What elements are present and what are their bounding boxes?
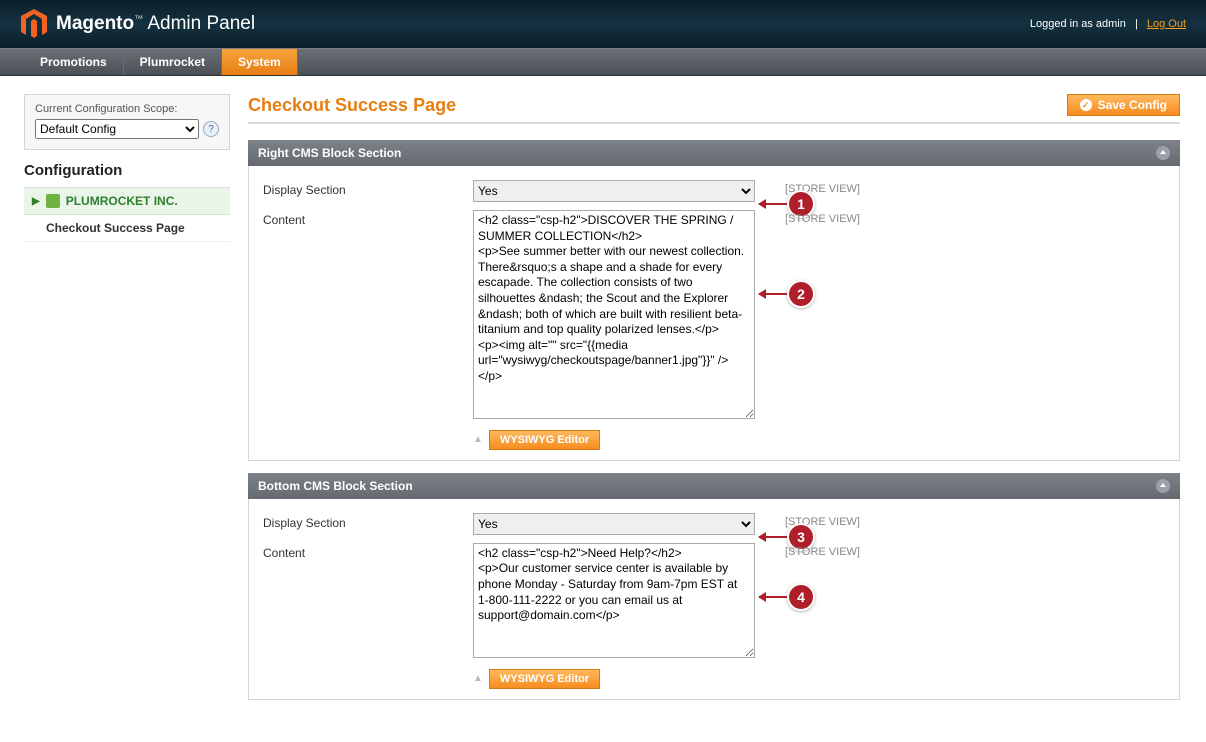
check-icon: ✓ <box>1080 99 1092 111</box>
menu-item-plumrocket[interactable]: Plumrocket <box>124 49 222 75</box>
field-label-display: Display Section <box>263 513 473 530</box>
section-title: Right CMS Block Section <box>258 146 401 160</box>
logo-text: Magento™ Admin Panel <box>56 13 255 35</box>
config-heading: Configuration <box>24 162 230 179</box>
sidebar-group-plumrocket[interactable]: ▶ PLUMROCKET INC. <box>24 188 230 215</box>
main-menu: PromotionsPlumrocketSystem <box>0 48 1206 76</box>
display-section-select[interactable]: Yes <box>473 180 755 202</box>
help-icon[interactable]: ? <box>203 121 219 137</box>
save-config-button[interactable]: ✓ Save Config <box>1067 94 1180 116</box>
scope-hint: [STORE VIEW] <box>785 210 860 225</box>
annotation-marker: 2 <box>759 280 815 308</box>
scope-label: Current Configuration Scope: <box>35 103 219 115</box>
section-title: Bottom CMS Block Section <box>258 479 413 493</box>
scope-hint: [STORE VIEW] <box>785 543 860 558</box>
config-section: Bottom CMS Block Section Display SectionY… <box>248 473 1180 700</box>
chevron-right-icon: ▶ <box>32 196 40 207</box>
logo: Magento™ Admin Panel <box>20 9 255 39</box>
section-header[interactable]: Right CMS Block Section <box>248 140 1180 166</box>
wysiwyg-editor-button[interactable]: WYSIWYG Editor <box>489 430 600 450</box>
section-header[interactable]: Bottom CMS Block Section <box>248 473 1180 499</box>
admin-header: Magento™ Admin Panel Logged in as admin … <box>0 0 1206 48</box>
scope-hint: [STORE VIEW] <box>785 180 860 195</box>
menu-item-system[interactable]: System <box>222 49 298 75</box>
field-label-content: Content <box>263 210 473 227</box>
config-scope-box: Current Configuration Scope: Default Con… <box>24 94 230 150</box>
scope-hint: [STORE VIEW] <box>785 513 860 528</box>
field-label-content: Content <box>263 543 473 560</box>
content-textarea[interactable] <box>473 543 755 658</box>
wysiwyg-editor-button[interactable]: WYSIWYG Editor <box>489 669 600 689</box>
menu-item-promotions[interactable]: Promotions <box>24 49 124 75</box>
sidebar: Current Configuration Scope: Default Con… <box>0 94 248 742</box>
magento-icon <box>20 9 48 39</box>
plumrocket-icon <box>46 194 60 208</box>
content-textarea[interactable] <box>473 210 755 419</box>
display-section-select[interactable]: Yes <box>473 513 755 535</box>
header-user-area: Logged in as admin | Log Out <box>1030 18 1186 30</box>
annotation-marker: 4 <box>759 583 815 611</box>
logout-link[interactable]: Log Out <box>1147 18 1186 30</box>
collapse-icon[interactable] <box>1156 146 1170 160</box>
scope-select[interactable]: Default Config <box>35 119 199 139</box>
collapse-icon[interactable] <box>1156 479 1170 493</box>
main-content: Checkout Success Page ✓ Save Config Righ… <box>248 94 1206 742</box>
field-label-display: Display Section <box>263 180 473 197</box>
logged-in-text: Logged in as admin <box>1030 18 1126 30</box>
arrow-up-icon: ▲ <box>473 673 483 684</box>
sidebar-link-checkout-success[interactable]: Checkout Success Page <box>24 215 230 242</box>
page-title: Checkout Success Page <box>248 95 456 116</box>
arrow-up-icon: ▲ <box>473 434 483 445</box>
config-section: Right CMS Block Section Display SectionYe… <box>248 140 1180 461</box>
side-nav: ▶ PLUMROCKET INC. Checkout Success Page <box>24 187 230 242</box>
